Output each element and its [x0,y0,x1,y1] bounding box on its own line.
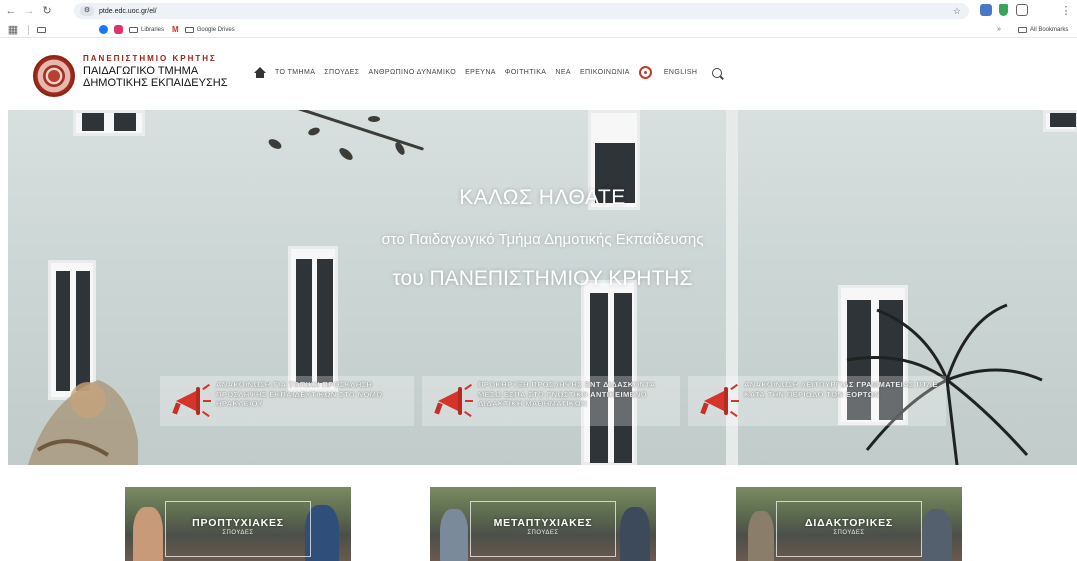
bookmarks-bar: ▦ Libraries M Google Drives » All Bookma… [0,22,1077,38]
bookmark-google-drives[interactable]: Google Drives [184,26,235,33]
bookmark-label: Google Drives [196,26,235,33]
reload-icon[interactable]: ↻ [40,4,54,18]
card-subtitle: ΣΠΟΥΔΕΣ [222,530,254,536]
tree-branch [368,116,380,122]
gmail-icon[interactable]: M [172,25,179,34]
announcement-card[interactable]: ΑΝΑΚΟΙΝΩΣΗ ΛΕΙΤΟΥΡΓΙΑΣ ΓΡΑΜΜΑΤΕΙΑΣ ΠΤΔΕ … [688,376,946,426]
bookmark-star-icon[interactable]: ☆ [953,6,961,17]
nav-item-studies[interactable]: ΣΠΟΥΔΕΣ [324,69,359,76]
department-name-line2[interactable]: ΔΗΜΟΤΙΚΗΣ ΕΚΠΑΙΔΕΥΣΗΣ [83,77,228,89]
menu-dots-icon[interactable]: ⋮ [1059,4,1073,18]
postgraduate-studies-card[interactable]: ΜΕΤΑΠΤΥΧΙΑΚΕΣ ΣΠΟΥΔΕΣ [430,487,656,561]
browser-toolbar: ← → ↻ ⚙ ptde.edc.uoc.gr/el/ ☆ ⋮ [0,0,1077,22]
megaphone-icon [166,380,211,422]
tree-branch [266,137,284,151]
bookmark-all-bookmarks[interactable]: All Bookmarks [1018,26,1069,33]
nav-item-news[interactable]: ΝΕΑ [555,69,571,76]
bookmark-label: All Bookmarks [1030,26,1069,33]
home-icon[interactable] [253,66,267,79]
divider [28,24,29,35]
tree-branch [307,126,321,137]
card-title: ΠΡΟΠΤΥΧΙΑΚΕΣ [192,517,284,529]
university-name[interactable]: ΠΑΝΕΠΙΣΤΗΜΙΟ ΚΡΗΤΗΣ [83,54,217,63]
tree-branch [337,145,355,163]
card-title: ΜΕΤΑΠΤΥΧΙΑΚΕΣ [493,517,593,529]
hero-subtitle: στο Παιδαγωγικό Τμήμα Δημοτικής Εκπαίδευ… [381,231,704,248]
bookmark-label: Libraries [141,26,165,33]
hero-title: ΚΑΛΩΣ ΗΛΘΑΤΕ [459,186,626,209]
announcement-text[interactable]: ΑΝΑΚΟΙΝΩΣΗ ΛΕΙΤΟΥΡΓΙΑΣ ΓΡΑΜΜΑΤΕΙΑΣ ΠΤΔΕ … [744,380,940,399]
building-window [1043,110,1077,132]
card-frame [776,501,922,557]
language-switch[interactable]: ENGLISH [664,69,698,76]
extensions-puzzle-icon[interactable] [1016,4,1028,16]
back-icon[interactable]: ← [4,4,18,18]
card-frame [165,501,311,557]
card-subtitle: ΣΠΟΥΔΕΣ [833,530,865,536]
building-window [73,110,145,136]
nav-item-students[interactable]: ΦΟΙΤΗΤΙΚΑ [505,69,546,76]
announcement-text[interactable]: ΠΡΟΚΗΡΥΞΗ ΠΡΟΣΛΗΨΗΣ ΕΝΤ ΔΙΔΑΣΚΟΝΤΑ ΜΕΣΩ … [478,380,674,409]
apps-grid-icon[interactable]: ▦ [6,23,20,37]
nav-item-department[interactable]: ΤΟ ΤΜΗΜΑ [275,69,315,76]
site-header: ΠΑΝΕΠΙΣΤΗΜΙΟ ΚΡΗΤΗΣ ΠΑΙΔΑΓΩΓΙΚΟ ΤΜΗΜΑ ΔΗ… [0,38,1077,110]
card-frame [470,501,616,557]
card-subtitle: ΣΠΟΥΔΕΣ [527,530,559,536]
bookmark-libraries[interactable]: Libraries [129,26,165,33]
folder-icon [1018,26,1027,33]
url-text: ptde.edc.uoc.gr/el/ [99,7,157,15]
department-name-line1[interactable]: ΠΑΙΔΑΓΩΓΙΚΟ ΤΜΗΜΑ [83,65,198,77]
nav-item-contact[interactable]: ΕΠΙΚΟΙΝΩΝΙΑ [580,69,630,76]
nav-item-staff[interactable]: ΑΝΘΡΩΠΙΝΟ ΔΥΝΑΜΙΚΟ [369,69,457,76]
hero-subtitle-university: του ΠΑΝΕΠΙΣΤΗΜΙΟΥ ΚΡΗΤΗΣ [392,267,693,290]
building-window [581,280,637,465]
shield-extension-icon[interactable] [999,4,1008,16]
announcement-card[interactable]: ΠΡΟΚΗΡΥΞΗ ΠΡΟΣΛΗΨΗΣ ΕΝΤ ΔΙΔΑΣΚΟΝΤΑ ΜΕΣΩ … [422,376,680,426]
instagram-icon[interactable] [114,25,123,34]
nav-item-research[interactable]: ΕΡΕΥΝΑ [465,69,496,76]
forward-icon[interactable]: → [22,4,36,18]
folder-icon [184,26,194,33]
hero-banner: ΚΑΛΩΣ ΗΛΘΑΤΕ στο Παιδαγωγικό Τμήμα Δημοτ… [8,110,1077,465]
facebook-icon[interactable] [99,25,108,34]
extension-icon[interactable] [980,4,992,16]
more-bookmarks-button[interactable]: » [997,26,1001,33]
main-navigation: ΤΟ ΤΜΗΜΑ ΣΠΟΥΔΕΣ ΑΝΘΡΩΠΙΝΟ ΔΥΝΑΜΙΚΟ ΕΡΕΥ… [253,66,723,79]
mural-graphic [28,380,138,465]
card-title: ΔΙΔΑΚΤΟΡΙΚΕΣ [805,517,893,529]
megaphone-icon [694,380,739,422]
university-logo[interactable] [33,55,75,97]
accessibility-icon[interactable] [638,66,652,79]
folder-icon[interactable] [37,26,46,33]
folder-icon [129,26,138,33]
address-bar[interactable]: ⚙ ptde.edc.uoc.gr/el/ ☆ [74,3,969,19]
announcement-card[interactable]: ΑΝΑΚΟΙΝΩΣΗ ΓΙΑ ΤΟΠΙΚΗ ΠΡΟΣΚΛΗΣΗ ΠΡΟΣΛΗΨΗ… [160,376,414,426]
announcement-text[interactable]: ΑΝΑΚΟΙΝΩΣΗ ΓΙΑ ΤΟΠΙΚΗ ΠΡΟΣΚΛΗΣΗ ΠΡΟΣΛΗΨΗ… [216,380,406,409]
megaphone-icon [428,380,473,422]
undergraduate-studies-card[interactable]: ΠΡΟΠΤΥΧΙΑΚΕΣ ΣΠΟΥΔΕΣ [125,487,351,561]
site-info-icon[interactable]: ⚙ [80,6,94,16]
search-icon[interactable] [712,67,723,78]
doctoral-studies-card[interactable]: ΔΙΔΑΚΤΟΡΙΚΕΣ ΣΠΟΥΔΕΣ [736,487,962,561]
